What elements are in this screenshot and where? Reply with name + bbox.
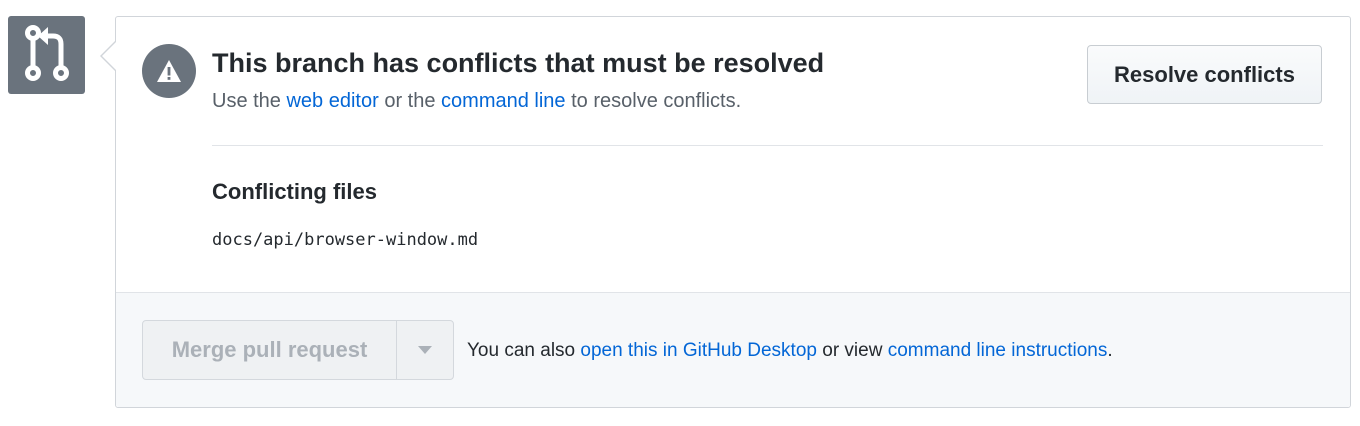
pr-status-badge (8, 16, 85, 94)
command-line-instructions-link[interactable]: command line instructions (888, 340, 1108, 361)
merge-method-dropdown[interactable] (397, 321, 453, 379)
alert-icon (142, 44, 196, 98)
git-pull-request-icon (24, 24, 70, 87)
command-line-link[interactable]: command line (441, 90, 566, 112)
open-in-desktop-link[interactable]: open this in GitHub Desktop (580, 340, 817, 361)
resolve-conflicts-button[interactable]: Resolve conflicts (1087, 45, 1322, 104)
conflict-title: This branch has conflicts that must be r… (212, 48, 825, 78)
conflict-subtitle: Use the web editor or the command line t… (212, 90, 742, 112)
divider (212, 145, 1323, 146)
web-editor-link[interactable]: web editor (286, 90, 378, 112)
merge-pull-request-button[interactable]: Merge pull request (143, 321, 397, 379)
conflicting-file-path: docs/api/browser-window.md (212, 230, 479, 250)
triangle-down-icon (418, 341, 432, 359)
merge-alternatives-text: You can also open this in GitHub Desktop… (467, 340, 1113, 361)
conflicting-files-heading: Conflicting files (212, 179, 377, 204)
merge-button-group: Merge pull request (142, 320, 454, 380)
pull-request-merge-panel: This branch has conflicts that must be r… (0, 0, 1360, 426)
